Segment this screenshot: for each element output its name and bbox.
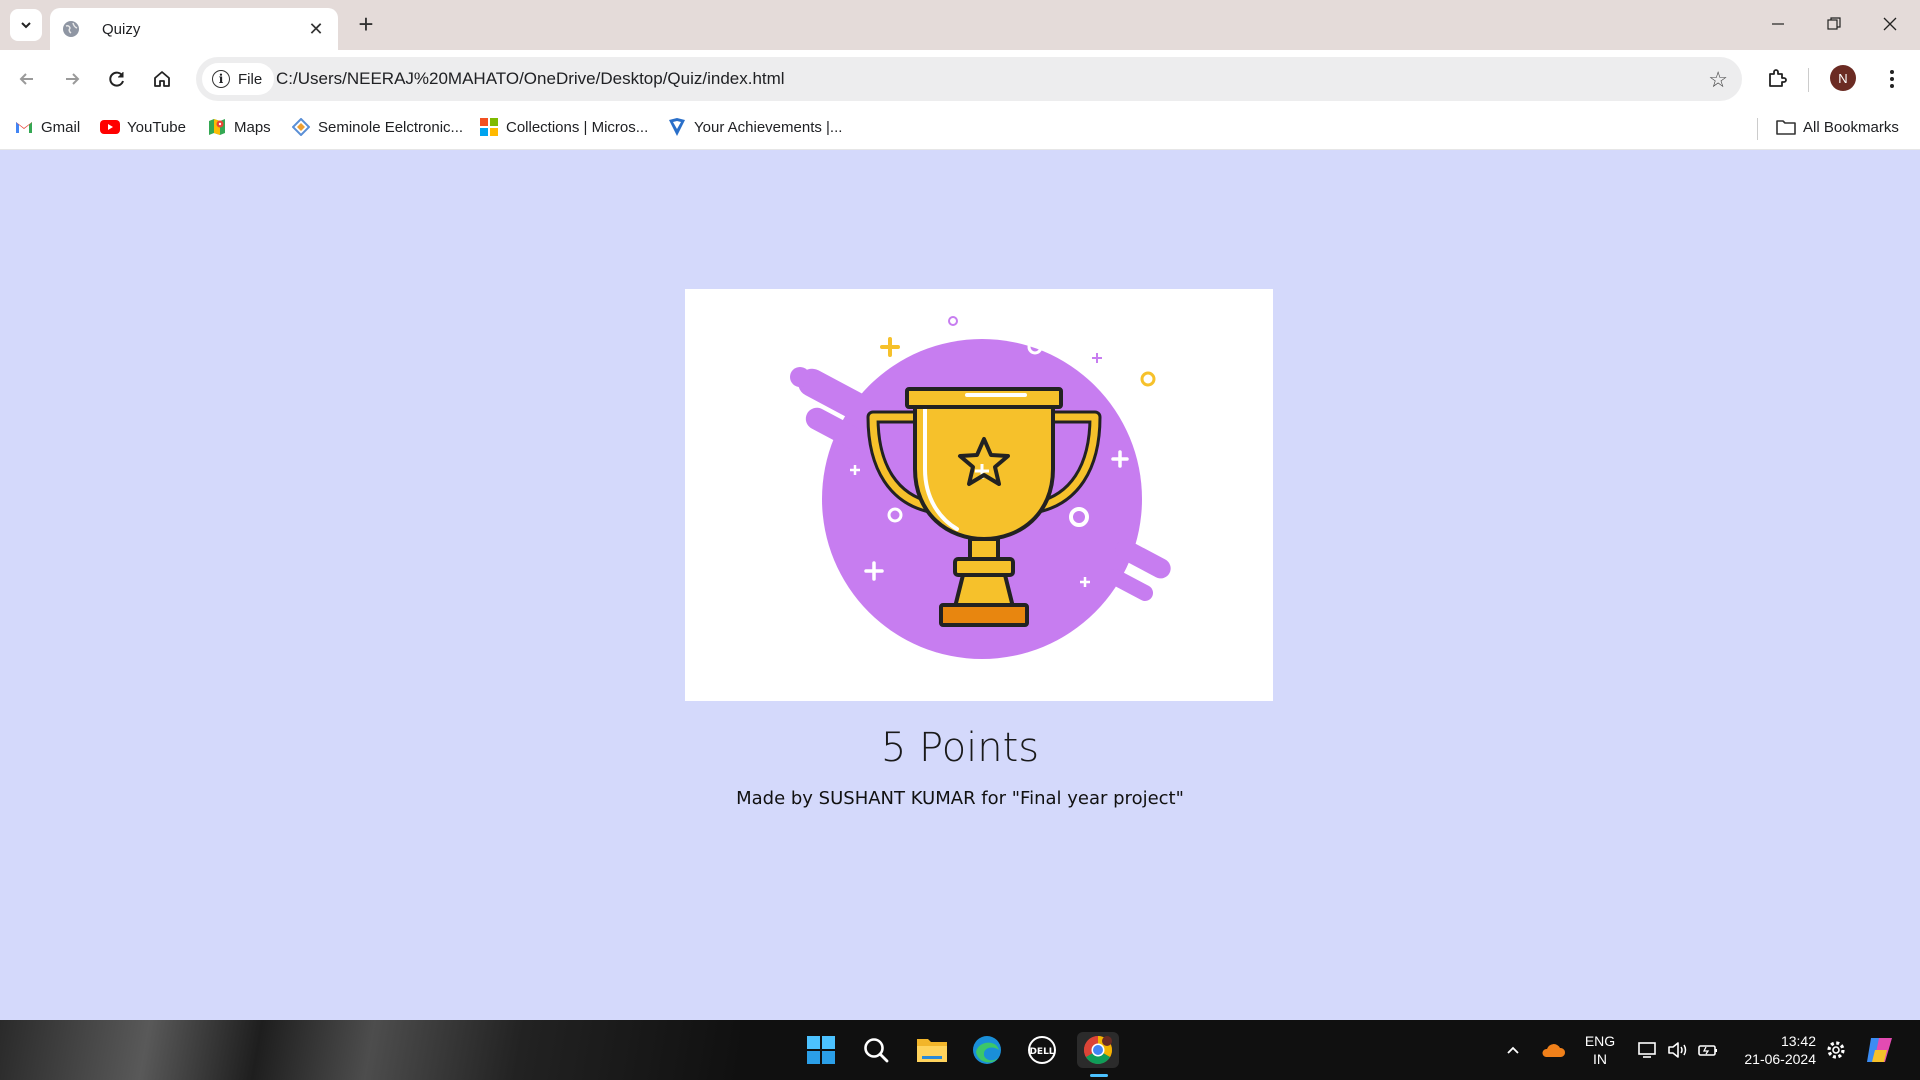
profile-avatar[interactable]: N bbox=[1830, 65, 1856, 91]
minimize-button[interactable] bbox=[1750, 8, 1806, 40]
reload-icon bbox=[109, 71, 124, 87]
trophy-image bbox=[685, 289, 1273, 701]
bookmark-label: Gmail bbox=[41, 118, 81, 136]
address-bar[interactable]: i File C:/Users/NEERAJ%20MAHATO/OneDrive… bbox=[196, 57, 1742, 101]
speaker-icon bbox=[1668, 1042, 1687, 1058]
score-heading: 5 Points bbox=[880, 725, 1040, 771]
copilot-icon bbox=[1867, 1038, 1892, 1062]
kebab-menu-icon bbox=[1890, 70, 1894, 88]
credit-text: Made by SUSHANT KUMAR for "Final year pr… bbox=[736, 788, 1184, 809]
reload-button[interactable] bbox=[100, 62, 134, 96]
tab-search-button[interactable] bbox=[10, 9, 42, 41]
minimize-icon bbox=[1772, 23, 1784, 25]
svg-text:DELL: DELL bbox=[1029, 1047, 1054, 1057]
tab-title: Quizy bbox=[102, 20, 141, 38]
chrome-icon bbox=[1084, 1036, 1112, 1064]
maps-icon bbox=[207, 118, 227, 136]
folder-icon bbox=[1776, 118, 1796, 136]
bookmark-gmail[interactable]: Gmail bbox=[14, 118, 80, 136]
copilot-button[interactable] bbox=[1862, 1032, 1898, 1068]
bookmark-label: Seminole Eelctronic... bbox=[318, 118, 464, 136]
tab-quizy[interactable]: Quizy ✕ bbox=[50, 8, 338, 50]
browser-toolbar: i File C:/Users/NEERAJ%20MAHATO/OneDrive… bbox=[0, 50, 1920, 108]
bookmarks-bar: Gmail YouTube Maps Seminole Eelctronic..… bbox=[0, 108, 1920, 150]
home-icon bbox=[154, 71, 170, 87]
edge-icon bbox=[973, 1036, 1001, 1064]
start-button[interactable] bbox=[803, 1032, 839, 1068]
page-content: 5 Points Made by SUSHANT KUMAR for "Fina… bbox=[0, 151, 1920, 1020]
scheme-label: File bbox=[238, 70, 263, 88]
close-tab-icon[interactable]: ✕ bbox=[306, 19, 326, 40]
taskbar: DELL ENG IN 13:42 21-06-2024 bbox=[0, 1020, 1920, 1080]
gear-icon bbox=[1827, 1041, 1845, 1059]
chrome-button[interactable] bbox=[1077, 1032, 1119, 1068]
language-code: ENG bbox=[1584, 1033, 1616, 1049]
network-icon bbox=[1638, 1042, 1656, 1058]
bookmark-label: Maps bbox=[234, 118, 271, 136]
cloud-icon bbox=[1542, 1044, 1566, 1057]
chevron-up-icon bbox=[1507, 1046, 1519, 1054]
extensions-button[interactable] bbox=[1760, 62, 1794, 96]
system-clock[interactable]: 13:42 21-06-2024 bbox=[1732, 1032, 1816, 1068]
active-app-indicator bbox=[1090, 1074, 1108, 1077]
show-hidden-icons-button[interactable] bbox=[1495, 1032, 1531, 1068]
dell-app-button[interactable]: DELL bbox=[1024, 1032, 1060, 1068]
file-explorer-button[interactable] bbox=[914, 1032, 950, 1068]
bookmark-label: Your Achievements |... bbox=[694, 118, 843, 136]
arrow-left-icon bbox=[19, 73, 33, 85]
folder-icon bbox=[917, 1039, 947, 1062]
wallpaper-strip bbox=[0, 1020, 740, 1080]
trophy-illustration bbox=[790, 316, 1171, 659]
dell-icon: DELL bbox=[1028, 1036, 1056, 1064]
clock-date: 21-06-2024 bbox=[1744, 1051, 1816, 1067]
cloud-sync-button[interactable] bbox=[1535, 1032, 1571, 1068]
search-icon bbox=[864, 1038, 889, 1063]
menu-button[interactable] bbox=[1875, 62, 1909, 96]
windows-icon bbox=[807, 1036, 835, 1064]
edge-button[interactable] bbox=[969, 1032, 1005, 1068]
battery-button[interactable] bbox=[1690, 1032, 1726, 1068]
youtube-icon bbox=[100, 118, 120, 136]
arrow-right-icon bbox=[66, 73, 80, 85]
seminole-icon bbox=[291, 118, 311, 136]
bookmarks-divider bbox=[1757, 118, 1758, 140]
restore-icon bbox=[1827, 17, 1841, 30]
achievements-icon bbox=[667, 118, 687, 136]
tab-strip: Quizy ✕ + bbox=[0, 0, 1920, 50]
bookmark-label: YouTube bbox=[127, 118, 186, 136]
url-text[interactable]: C:/Users/NEERAJ%20MAHATO/OneDrive/Deskto… bbox=[276, 69, 785, 89]
bookmark-star-icon[interactable]: ☆ bbox=[1708, 67, 1728, 93]
language-indicator[interactable]: ENG IN bbox=[1582, 1032, 1618, 1068]
home-button[interactable] bbox=[145, 62, 179, 96]
forward-button[interactable] bbox=[55, 62, 89, 96]
info-icon: i bbox=[212, 70, 230, 88]
all-bookmarks-label: All Bookmarks bbox=[1803, 118, 1899, 136]
restore-button[interactable] bbox=[1806, 8, 1862, 40]
battery-icon bbox=[1698, 1045, 1717, 1056]
puzzle-icon bbox=[1769, 69, 1787, 87]
bookmark-collections[interactable]: Collections | Micros... bbox=[479, 118, 648, 136]
taskbar-search-button[interactable] bbox=[858, 1032, 894, 1068]
settings-button[interactable] bbox=[1818, 1032, 1854, 1068]
close-icon bbox=[1883, 17, 1897, 31]
bookmark-youtube[interactable]: YouTube bbox=[100, 118, 186, 136]
clock-time: 13:42 bbox=[1780, 1033, 1816, 1049]
bookmark-label: Collections | Micros... bbox=[506, 118, 649, 136]
microsoft-icon bbox=[479, 118, 499, 136]
bookmark-seminole[interactable]: Seminole Eelctronic... bbox=[291, 118, 463, 136]
globe-icon bbox=[63, 21, 79, 37]
region-code: IN bbox=[1593, 1051, 1607, 1067]
toolbar-divider bbox=[1808, 68, 1809, 92]
site-info-chip[interactable]: i File bbox=[202, 63, 275, 95]
chevron-down-icon bbox=[21, 22, 31, 29]
new-tab-button[interactable]: + bbox=[352, 11, 380, 39]
back-button[interactable] bbox=[10, 62, 44, 96]
bookmark-achievements[interactable]: Your Achievements |... bbox=[667, 118, 842, 136]
close-window-button[interactable] bbox=[1862, 8, 1918, 40]
all-bookmarks-button[interactable]: All Bookmarks bbox=[1776, 118, 1899, 136]
gmail-icon bbox=[14, 118, 34, 136]
bookmark-maps[interactable]: Maps bbox=[207, 118, 271, 136]
